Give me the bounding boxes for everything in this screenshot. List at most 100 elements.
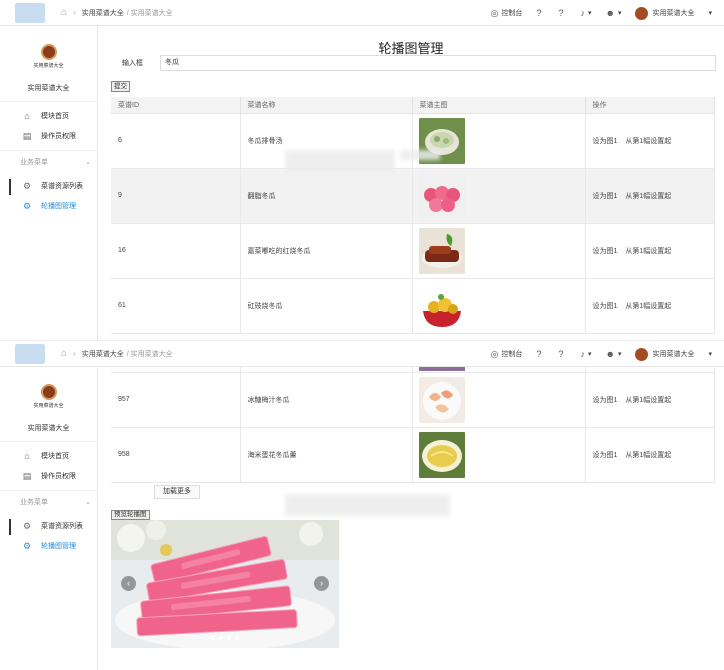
- document-icon: ▤: [22, 130, 32, 141]
- app-logo[interactable]: [15, 343, 45, 364]
- brand-tag: 实用菜谱大全: [33, 63, 64, 69]
- set-first-link[interactable]: 设为图1: [593, 248, 618, 255]
- sidebar-group-business[interactable]: 业务菜单 ⌄: [0, 490, 97, 512]
- chevron-right-icon: ›: [73, 349, 76, 358]
- sidebar-item-home[interactable]: ⌂ 模块首页: [0, 446, 97, 466]
- help-button-2[interactable]: ?: [558, 349, 566, 359]
- carousel-next-button[interactable]: ›: [314, 576, 329, 591]
- set-from-link[interactable]: 从第1幅设置起: [625, 303, 671, 310]
- chevron-down-icon: ⌄: [85, 158, 91, 166]
- notification-button[interactable]: ♪ ▾: [580, 8, 591, 18]
- set-from-link[interactable]: 从第1幅设置起: [625, 248, 671, 255]
- sidebar-item-carousel[interactable]: ⚙ 轮播图管理: [0, 536, 97, 556]
- home-icon[interactable]: ⌂: [61, 348, 67, 359]
- dashboard-icon: ◎: [490, 7, 499, 18]
- set-first-link[interactable]: 设为图1: [593, 452, 618, 459]
- help-icon: ?: [558, 8, 564, 18]
- recipe-id: 958: [111, 427, 241, 483]
- account-menu[interactable]: 实用菜谱大全 ▾: [635, 347, 712, 361]
- breadcrumb-current: / 实用菜谱大全: [126, 9, 173, 17]
- sidebar-item-recipes[interactable]: ⚙ 菜谱资源列表: [0, 516, 97, 536]
- carousel-dot[interactable]: [235, 636, 239, 640]
- recipe-name: 翻脂冬瓜: [240, 168, 413, 224]
- app-logo[interactable]: [15, 2, 45, 23]
- gear-icon: ⚙: [22, 180, 32, 191]
- table-row: 958 海米蛋花冬瓜羹 设为图1 从第1幅设置起: [111, 427, 715, 483]
- sidebar: 实用菜谱大全 实用菜谱大全 ⌂ 模块首页 ▤ 操作员权限 业务菜单 ⌄ ⚙ 菜谱资源列表…: [0, 368, 98, 670]
- table-header-row: 菜谱ID 菜谱名称 菜谱主图 操作: [111, 97, 715, 114]
- breadcrumb-root[interactable]: 实用菜谱大全: [82, 8, 124, 18]
- dashboard-icon: ◎: [490, 348, 499, 359]
- search-input[interactable]: 冬瓜: [160, 55, 716, 71]
- sidebar-group-business[interactable]: 业务菜单 ⌄: [0, 150, 97, 172]
- help-button[interactable]: ?: [536, 8, 544, 18]
- input-label: 输入框: [122, 60, 143, 67]
- recipe-name: 海米蛋花冬瓜羹: [240, 427, 413, 483]
- set-from-link[interactable]: 从第1幅设置起: [625, 452, 671, 459]
- breadcrumb-root[interactable]: 实用菜谱大全: [82, 349, 124, 359]
- help-button-2[interactable]: ?: [558, 8, 566, 18]
- row-actions: 设为图1 从第1幅设置起: [585, 427, 715, 483]
- preview-carousel-button[interactable]: 预览轮播图: [111, 510, 150, 520]
- recipe-thumbnail: [418, 376, 465, 423]
- set-first-link[interactable]: 设为图1: [593, 193, 618, 200]
- search-form: 输入框 冬瓜: [110, 55, 716, 71]
- user-icon: ☻: [605, 349, 615, 359]
- document-icon: ▤: [22, 470, 32, 481]
- submit-button[interactable]: 提交: [111, 81, 130, 92]
- help-icon: ?: [536, 8, 542, 18]
- home-icon: ⌂: [24, 451, 30, 461]
- set-from-link[interactable]: 从第1幅设置起: [625, 397, 671, 404]
- carousel-dot[interactable]: [219, 636, 223, 640]
- help-button[interactable]: ?: [536, 349, 544, 359]
- console-link[interactable]: ◎ 控制台: [491, 8, 523, 19]
- load-more-button[interactable]: 加载更多: [154, 485, 200, 499]
- sidebar-item-permissions[interactable]: ▤ 操作员权限: [0, 126, 97, 146]
- blurred-overlay: [285, 150, 395, 172]
- sidebar-item-permissions[interactable]: ▤ 操作员权限: [0, 466, 97, 486]
- sidebar-item-recipes[interactable]: ⚙ 菜谱资源列表: [0, 176, 97, 196]
- row-actions: 设为图1 从第1幅设置起: [585, 113, 715, 169]
- sidebar-item-home[interactable]: ⌂ 模块首页: [0, 106, 97, 126]
- notification-button[interactable]: ♪ ▾: [580, 349, 591, 359]
- carousel-indicators: [209, 636, 241, 640]
- top-bar-actions: ◎ 控制台 ? ? ♪ ▾ ☻ ▾ 实用菜谱大全 ▾: [477, 0, 712, 26]
- carousel-dot-active[interactable]: [227, 636, 231, 640]
- brand-avatar: [635, 6, 649, 20]
- recipe-thumbnail: [418, 282, 465, 329]
- carousel-prev-button[interactable]: ‹: [121, 576, 136, 591]
- chevron-right-icon: ›: [73, 8, 76, 17]
- set-from-link[interactable]: 从第1幅设置起: [625, 138, 671, 145]
- console-link[interactable]: ◎ 控制台: [491, 349, 523, 360]
- blurred-overlay: [285, 494, 450, 516]
- home-icon[interactable]: ⌂: [61, 7, 67, 18]
- user-menu-button[interactable]: ☻ ▾: [605, 349, 621, 359]
- user-menu-button[interactable]: ☻ ▾: [605, 8, 621, 18]
- recipe-image-cell: [412, 168, 586, 224]
- recipe-thumbnail: [418, 172, 465, 219]
- gear-icon: ⚙: [22, 540, 32, 551]
- recipe-id: 61: [111, 278, 241, 334]
- recipe-image-cell: [412, 223, 586, 279]
- blurred-overlay: [400, 150, 440, 160]
- table-row: 957 冰糖梅汁冬瓜 设为图1 从第1幅设置起: [111, 372, 715, 428]
- set-from-link[interactable]: 从第1幅设置起: [625, 193, 671, 200]
- recipe-image-cell: [412, 427, 586, 483]
- recipe-name: 豇豉烧冬瓜: [240, 278, 413, 334]
- carousel-dot[interactable]: [211, 636, 215, 640]
- recipe-id: 16: [111, 223, 241, 279]
- table-row: 16 嘉菜嘟吃的红烧冬瓜 设为图1 从第1幅设置起: [111, 223, 715, 279]
- row-actions: 设为图1 从第1幅设置起: [585, 223, 715, 279]
- set-first-link[interactable]: 设为图1: [593, 397, 618, 404]
- account-menu[interactable]: 实用菜谱大全 ▾: [635, 6, 712, 20]
- brand-avatar: [635, 347, 649, 361]
- recipe-table-continued: 957 冰糖梅汁冬瓜 设为图1 从第1幅设置起 958 海米蛋花冬瓜羹 设为图1…: [111, 367, 715, 483]
- home-icon: ⌂: [24, 111, 30, 121]
- sidebar-item-carousel[interactable]: ⚙ 轮播图管理: [0, 196, 97, 216]
- chevron-left-icon: ‹: [127, 578, 130, 588]
- set-first-link[interactable]: 设为图1: [593, 138, 618, 145]
- breadcrumb-current: / 实用菜谱大全: [126, 350, 173, 358]
- table-row: 9 翻脂冬瓜 设为图1 从第1幅设置起: [111, 168, 715, 224]
- set-first-link[interactable]: 设为图1: [593, 303, 618, 310]
- recipe-thumbnail: [418, 227, 465, 274]
